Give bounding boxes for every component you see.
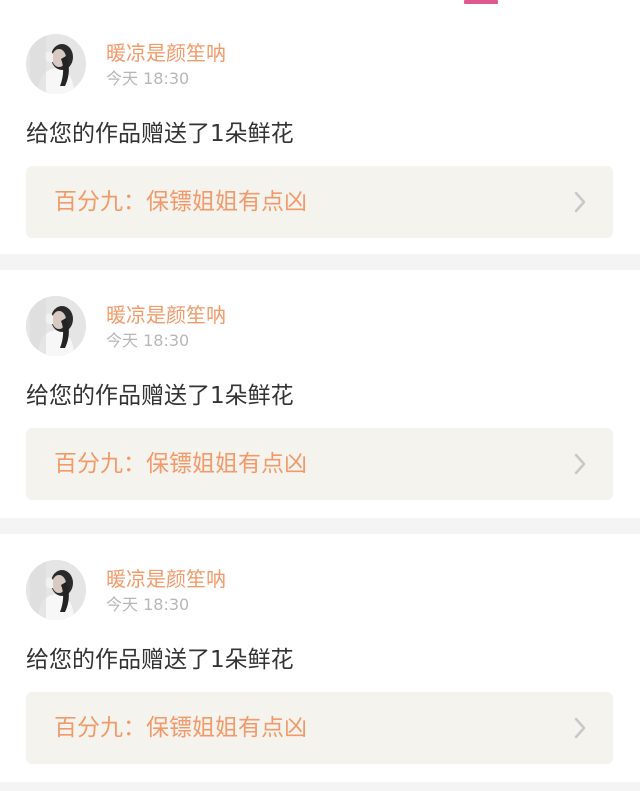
username[interactable]: 暖凉是颜笙呐 — [106, 302, 226, 328]
work-link[interactable]: 百分九：保镖姐姐有点凶 — [26, 428, 613, 500]
notification-header: 暖凉是颜笙呐 今天 18:30 — [26, 296, 226, 360]
chevron-right-icon — [574, 453, 586, 475]
chevron-right-icon — [574, 717, 586, 739]
notification-meta: 暖凉是颜笙呐 今天 18:30 — [106, 296, 226, 352]
timestamp: 今天 18:30 — [106, 595, 190, 614]
top-bar — [0, 0, 640, 8]
work-title: 百分九：保镖姐姐有点凶 — [54, 715, 307, 741]
notification-message: 给您的作品赠送了1朵鲜花 — [26, 383, 294, 409]
notification-header: 暖凉是颜笙呐 今天 18:30 — [26, 34, 226, 98]
notification-card: 暖凉是颜笙呐 今天 18:30 给您的作品赠送了1朵鲜花 百分九：保镖姐姐有点凶 — [0, 270, 640, 518]
notification-message: 给您的作品赠送了1朵鲜花 — [26, 647, 294, 673]
avatar-photo-icon — [26, 560, 86, 620]
notification-card: 暖凉是颜笙呐 今天 18:30 给您的作品赠送了1朵鲜花 百分九：保镖姐姐有点凶 — [0, 534, 640, 782]
user-avatar[interactable] — [26, 34, 86, 94]
chevron-right-icon — [574, 191, 586, 213]
username[interactable]: 暖凉是颜笙呐 — [106, 40, 226, 66]
notification-message: 给您的作品赠送了1朵鲜花 — [26, 121, 294, 147]
avatar-photo-icon — [26, 296, 86, 356]
timestamp: 今天 18:30 — [106, 69, 190, 88]
notification-meta: 暖凉是颜笙呐 今天 18:30 — [106, 560, 226, 616]
notification-card: 暖凉是颜笙呐 今天 18:30 给您的作品赠送了1朵鲜花 百分九：保镖姐姐有点凶 — [0, 8, 640, 254]
timestamp: 今天 18:30 — [106, 331, 190, 350]
notification-feed: 暖凉是颜笙呐 今天 18:30 给您的作品赠送了1朵鲜花 百分九：保镖姐姐有点凶 — [0, 8, 640, 782]
work-link[interactable]: 百分九：保镖姐姐有点凶 — [26, 166, 613, 238]
work-title: 百分九：保镖姐姐有点凶 — [54, 189, 307, 215]
username[interactable]: 暖凉是颜笙呐 — [106, 566, 226, 592]
user-avatar[interactable] — [26, 560, 86, 620]
work-link[interactable]: 百分九：保镖姐姐有点凶 — [26, 692, 613, 764]
avatar-photo-icon — [26, 34, 86, 94]
notification-meta: 暖凉是颜笙呐 今天 18:30 — [106, 34, 226, 90]
user-avatar[interactable] — [26, 296, 86, 356]
active-tab-indicator — [464, 0, 498, 4]
notification-header: 暖凉是颜笙呐 今天 18:30 — [26, 560, 226, 624]
work-title: 百分九：保镖姐姐有点凶 — [54, 451, 307, 477]
